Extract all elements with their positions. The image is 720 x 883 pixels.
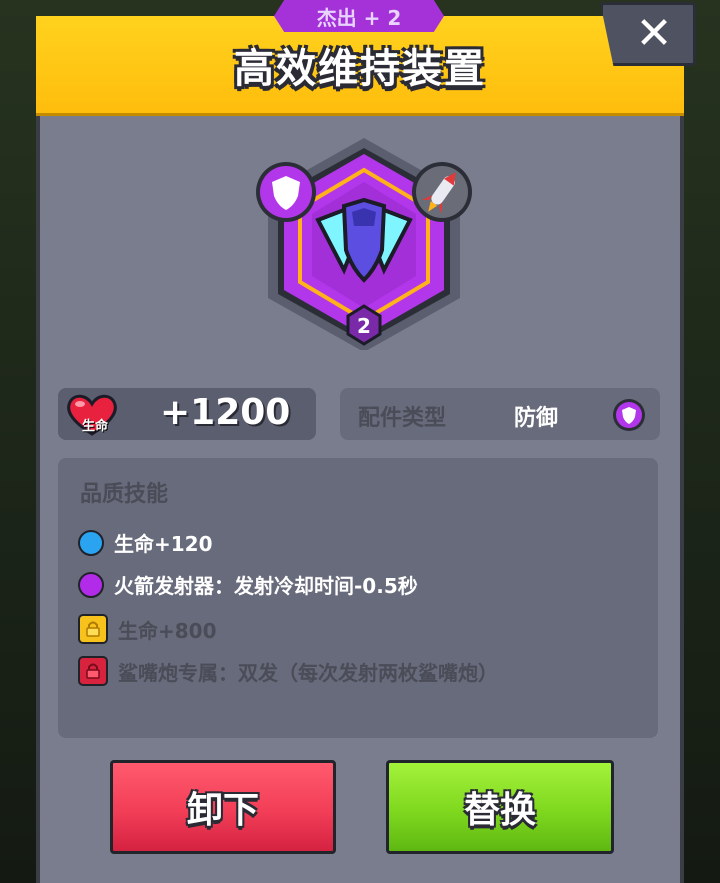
- rocket-icon: [412, 162, 472, 222]
- level-number: 2: [357, 314, 371, 338]
- skill-text: 鲨嘴炮专属：双发（每次发射两枚鲨嘴炮）: [118, 660, 498, 685]
- rarity-tag: 杰出 + 2: [274, 0, 444, 32]
- type-label: 配件类型: [358, 406, 447, 431]
- rarity-text: 杰出 + 2: [316, 5, 402, 30]
- item-title: 高效维持装置: [234, 46, 486, 92]
- skills-title: 品质技能: [80, 482, 169, 507]
- item-icon: 2: [256, 138, 472, 350]
- defense-type-icon: [613, 399, 645, 431]
- purple-dot-icon: [78, 571, 104, 598]
- lock-icon: [78, 656, 108, 686]
- life-value: +1200: [160, 392, 291, 433]
- close-icon: ✕: [635, 8, 673, 59]
- replace-button[interactable]: 替换: [386, 760, 614, 854]
- skill-item: 火箭发射器：发射冷却时间-0.5秒: [78, 570, 418, 599]
- life-label: 生命: [82, 419, 109, 434]
- unequip-button[interactable]: 卸下: [110, 760, 336, 854]
- shield-icon: [256, 162, 316, 222]
- blue-dot-icon: [78, 529, 104, 556]
- skill-item: 生命+800: [78, 614, 217, 644]
- level-badge: 2: [346, 304, 382, 346]
- close-button[interactable]: ✕: [600, 2, 696, 66]
- skill-item: 生命+120: [78, 528, 213, 557]
- lock-icon: [78, 614, 108, 644]
- skill-text: 生命+120: [114, 532, 213, 556]
- skill-text: 生命+800: [118, 618, 217, 643]
- type-value: 防御: [514, 406, 559, 431]
- skill-text: 火箭发射器：发射冷却时间-0.5秒: [114, 574, 418, 598]
- skill-item: 鲨嘴炮专属：双发（每次发射两枚鲨嘴炮）: [78, 656, 498, 686]
